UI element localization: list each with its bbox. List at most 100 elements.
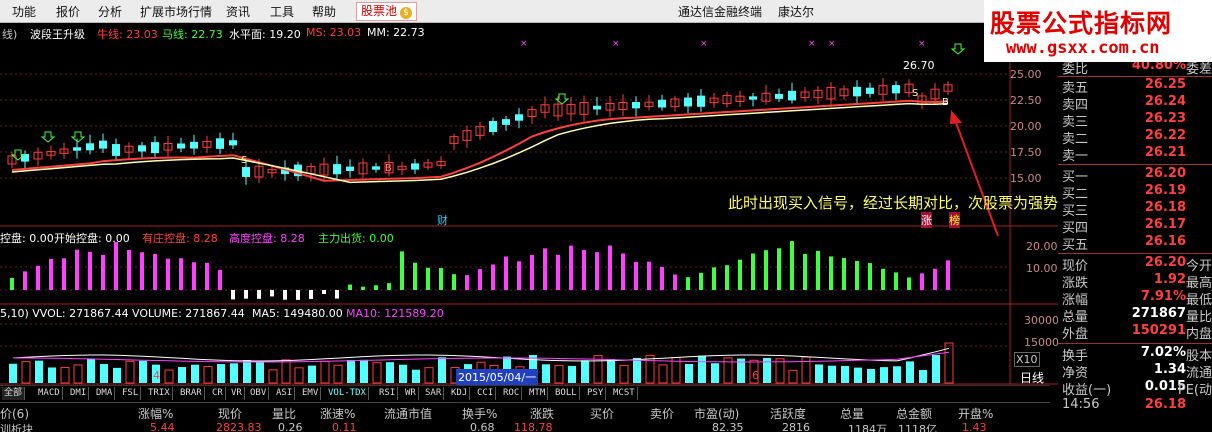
tab-mcst[interactable]: MCST [611,387,638,400]
indicator-bar [348,284,352,290]
col-change[interactable]: 涨跌 [530,405,554,422]
bid-4-price: 26.17 [1144,217,1186,232]
indicator-bar [361,286,365,290]
col-bid[interactable]: 买价 [590,405,614,422]
tab-mtm[interactable]: MTM [527,387,549,400]
indicator-bar [114,241,118,290]
col-total-vol[interactable]: 总量 [840,405,864,422]
stock-pool-button[interactable]: 股票池 $ [356,2,418,21]
col-change-pct[interactable]: 涨幅% [138,405,173,422]
tab-all[interactable]: 全部 [2,387,26,400]
tab-vol-tdx[interactable]: VOL-TDX [326,387,369,400]
candle-body [333,164,341,175]
menu-tools[interactable]: 工具 [270,3,294,20]
volume-bar [880,367,888,383]
tab-boll[interactable]: BOLL [553,387,580,400]
tab-kdj[interactable]: KDJ [449,387,471,400]
tab-rsi[interactable]: RSI [377,387,399,400]
volume-bar [9,363,17,383]
indicator-bar [335,290,339,299]
menu-help[interactable]: 帮助 [312,3,336,20]
col-price[interactable]: 现价 [218,405,242,422]
ask-4[interactable]: 卖四 26.24 [1062,94,1212,113]
volume-bar [87,358,95,383]
ask-1-price: 26.21 [1144,145,1186,160]
rank-marker[interactable]: 榜 [949,212,960,228]
tab-obv[interactable]: OBV [248,387,270,400]
x-marker-icon: × [828,39,836,49]
rise-marker[interactable]: 涨 [921,212,932,228]
bid-1[interactable]: 买一 26.20 [1062,166,1212,185]
candle-body [502,119,510,125]
bid-3[interactable]: 买三 26.18 [1062,200,1212,219]
menu-analysis[interactable]: 分析 [98,3,122,20]
tab-cr[interactable]: CR [210,387,226,400]
stock-name: 康达尔 [778,5,815,19]
indicator-bar [920,273,924,290]
high-price-label: 26.70 [903,59,935,72]
candle-body [229,140,237,146]
col-amount[interactable]: 总金额 [896,405,932,422]
finance-marker[interactable]: 财 [437,212,448,228]
col-float-cap[interactable]: 流通市值 [384,405,432,422]
col-pe[interactable]: 市盈(动) [694,405,739,422]
indicator-bar [751,253,755,290]
legend-water-level: 水平面: 19.20 [229,28,301,41]
tab-trix[interactable]: TRIX [146,387,173,400]
ask-3[interactable]: 卖三 26.23 [1062,111,1212,130]
col-name[interactable]: 价(6) [0,405,29,422]
vol-legend-volume: VOLUME: 271867.44 [132,307,245,320]
col-ask[interactable]: 卖价 [650,405,674,422]
tab-wr[interactable]: WR [403,387,419,400]
col-activity[interactable]: 活跃度 [770,405,806,422]
ask-5[interactable]: 卖五 26.25 [1062,77,1212,96]
bid-2[interactable]: 买二 26.19 [1062,183,1212,202]
candle-body [749,96,757,100]
volume-bar [438,357,446,383]
row-pe: 82.35 [712,421,744,432]
col-turnover[interactable]: 换手% [462,405,497,422]
ask-2[interactable]: 卖二 26.22 [1062,128,1212,147]
table-row[interactable]: 训析块 5.44 2823.83 0.26 0.11 0.68 118.78 8… [0,421,1050,432]
indicator-bar [244,290,248,299]
tab-macd[interactable]: MACD [36,387,63,400]
tab-brar[interactable]: BRAR [178,387,205,400]
menu-extended-market[interactable]: 扩展市场行情 [140,3,212,20]
indicator-bar [62,258,66,290]
volume-bar [607,359,615,383]
period-label[interactable]: 日线 [1020,369,1044,386]
indicator-bar [426,267,430,290]
menu-function[interactable]: 功能 [12,3,36,20]
candle-body [177,143,185,149]
tab-asi[interactable]: ASI [274,387,296,400]
row-name: 训析块 [0,423,33,432]
watermark-title: 股票公式指标网 [990,9,1173,38]
bid-5[interactable]: 买五 26.16 [1062,234,1212,253]
row-change-pct: 5.44 [150,421,175,432]
tab-dmi[interactable]: DMI [68,387,90,400]
tab-roc[interactable]: ROC [501,387,523,400]
indicator-bar [309,290,313,299]
candle-body [489,121,497,132]
y-tick-17-5: 17.50 [1010,146,1042,159]
ask-1[interactable]: 卖一 26.21 [1062,145,1212,164]
col-volume-ratio[interactable]: 量比 [272,405,296,422]
bid-4[interactable]: 买四 26.17 [1062,217,1212,236]
menu-quote[interactable]: 报价 [56,3,80,20]
col-open-pct[interactable]: 开盘% [958,405,993,422]
tab-dma[interactable]: DMA [94,387,116,400]
tab-vr[interactable]: VR [229,387,245,400]
tab-sar[interactable]: SAR [423,387,445,400]
tab-cci[interactable]: CCI [475,387,497,400]
indicator-bar [465,275,469,290]
menu-news[interactable]: 资讯 [226,3,250,20]
tab-fsl[interactable]: FSL [120,387,142,400]
col-speed[interactable]: 涨速% [320,405,355,422]
indicator-bar [101,254,105,290]
indicator-bar [49,258,53,290]
stat-turnover-value: 7.02% [1140,345,1186,360]
tab-psy[interactable]: PSY [585,387,607,400]
tab-emv[interactable]: EMV [300,387,322,400]
indicator-bar [218,269,222,290]
volume-bar [191,364,199,383]
